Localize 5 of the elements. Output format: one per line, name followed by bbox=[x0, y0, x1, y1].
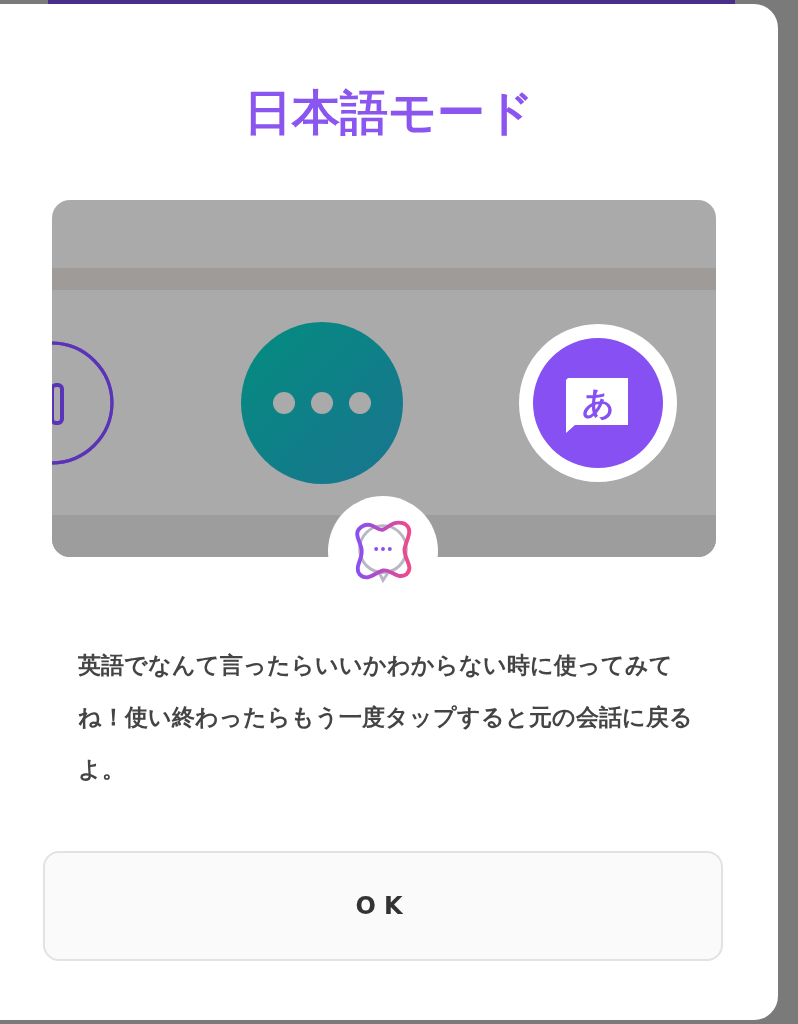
ok-button[interactable]: OK bbox=[43, 851, 723, 961]
more-button-icon bbox=[241, 322, 403, 484]
microphone-button-icon bbox=[52, 341, 114, 465]
dialog-title: 日本語モード bbox=[243, 83, 535, 142]
dialog-message: 英語でなんて言ったらいいかわからない時に使ってみてね！使い終わったらもう一度タップすると元の会話に戻るよ。 bbox=[78, 651, 694, 784]
